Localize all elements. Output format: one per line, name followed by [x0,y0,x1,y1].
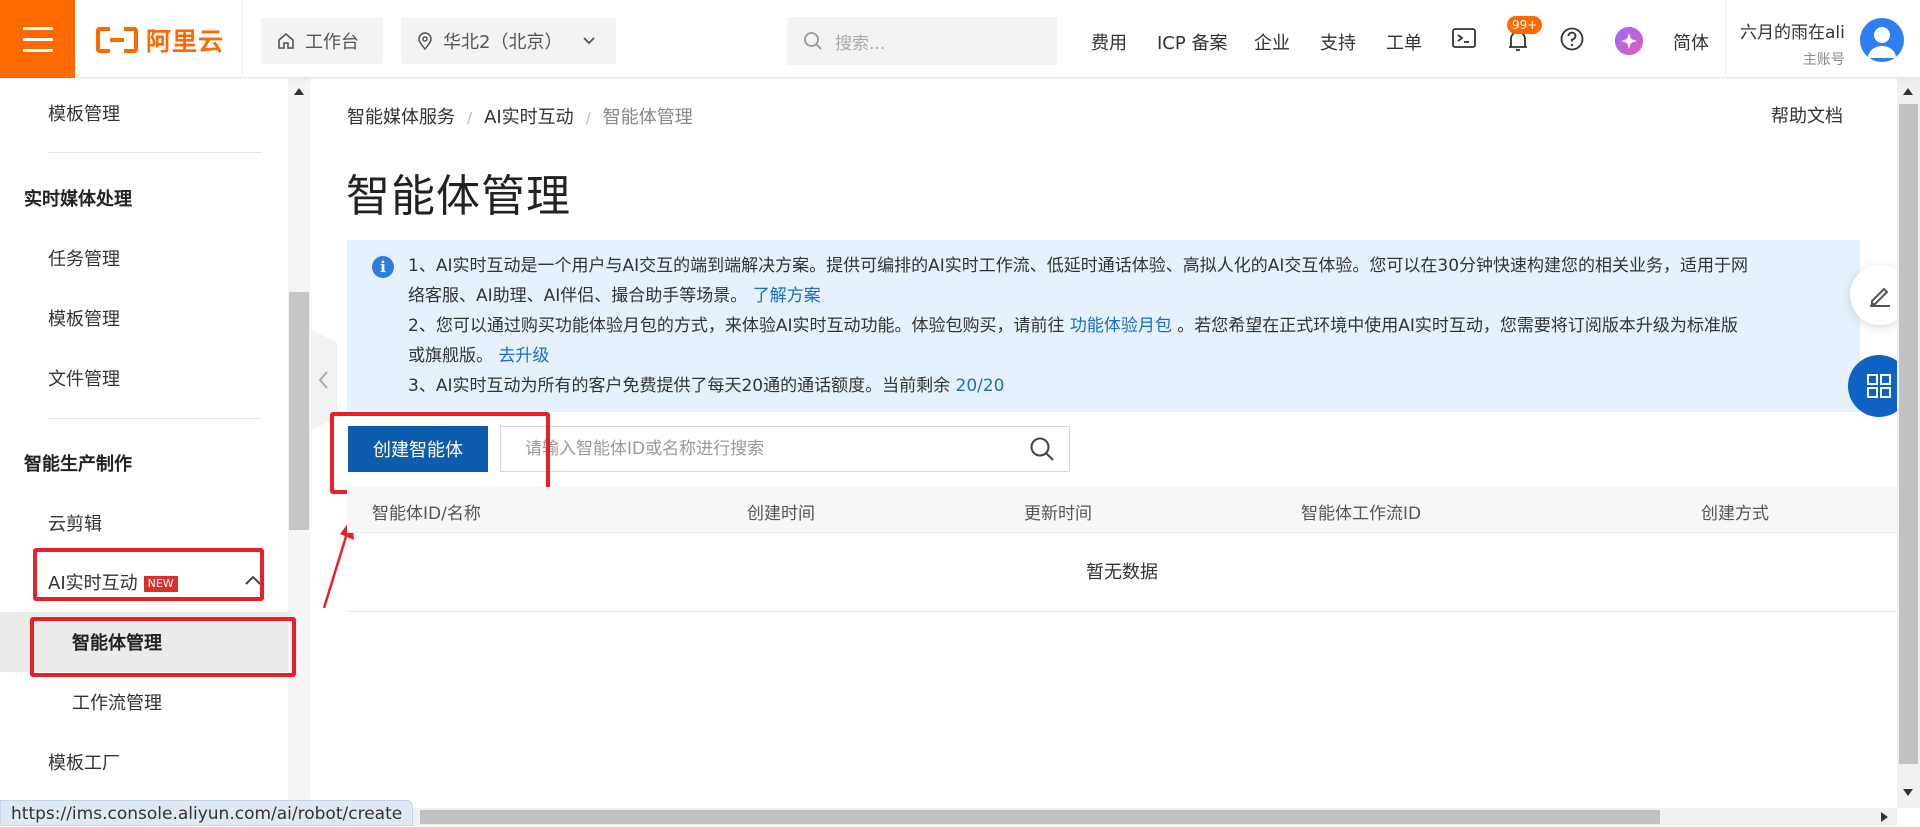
table-header: 智能体ID/名称 创建时间 更新时间 智能体工作流ID 创建方式 [347,487,1897,533]
search-icon [804,32,822,50]
nav-support[interactable]: 支持 [1320,29,1356,55]
page-horizontal-scrollbar-thumb[interactable] [420,810,1660,824]
sidebar-item-workflow-mgmt[interactable]: 工作流管理 [72,689,162,715]
sidebar-item-template-factory[interactable]: 模板工厂 [48,749,120,775]
agent-search-input[interactable] [525,439,1029,459]
scroll-down-arrow-icon[interactable] [1902,788,1914,798]
region-selector[interactable]: 华北2（北京） [401,18,616,64]
remaining-quota[interactable]: 20/20 [956,376,1005,396]
sidebar-scrollbar-thumb[interactable] [289,292,309,530]
scroll-right-arrow-icon[interactable] [1880,811,1890,823]
user-name: 六月的雨在ali [1740,23,1845,43]
ai-assistant-icon[interactable] [1614,26,1644,56]
sidebar-divider [48,418,262,419]
column-header-created-time: 创建时间 [747,504,815,524]
breadcrumb: 智能媒体服务 / AI实时互动 / 智能体管理 [347,107,693,128]
sidebar-item-file-mgmt[interactable]: 文件管理 [48,365,120,391]
page-title: 智能体管理 [346,171,571,222]
home-icon [278,32,294,49]
notification-badge: 99+ [1507,16,1543,34]
breadcrumb-item-ai-interaction[interactable]: AI实时互动 [484,107,574,128]
sidebar-item-task-mgmt[interactable]: 任务管理 [48,245,120,271]
aliyun-logo[interactable]: 阿里云 [96,24,224,56]
region-label: 华北2（北京） [443,32,563,53]
notice-line-1a: 1、AI实时互动是一个用户与AI交互的端到端解决方案。提供可编排的AI实时工作流… [408,256,1749,276]
info-notice: i 1、AI实时互动是一个用户与AI交互的端到端解决方案。提供可编排的AI实时工… [347,240,1860,412]
notice-line-1b: 络客服、AI助理、AI伴侣、撮合助手等场景。 了解方案 [408,286,821,306]
nav-fees[interactable]: 费用 [1091,29,1127,55]
annotation-highlight-box [30,617,296,677]
info-icon: i [372,256,394,278]
sidebar-section-realtime: 实时媒体处理 [24,189,132,210]
logo-text: 阿里云 [146,27,225,56]
chevron-down-icon [583,37,596,45]
chevron-left-icon [318,371,328,389]
agent-search-box [500,426,1070,472]
annotation-highlight-box [33,548,264,601]
scroll-up-arrow-icon[interactable] [293,86,305,96]
column-header-creation-method: 创建方式 [1701,504,1769,524]
workbench-button[interactable]: 工作台 [261,18,383,64]
help-doc-link[interactable]: 帮助文档 [1771,102,1843,128]
upgrade-link[interactable]: 去升级 [498,346,549,366]
learn-solution-link[interactable]: 了解方案 [753,286,821,306]
global-search[interactable]: 搜索... [787,17,1057,65]
notice-line-2b: 或旗舰版。 去升级 [408,346,550,366]
sidebar-item-template-mgmt[interactable]: 模板管理 [48,305,120,331]
grid-icon [1867,374,1891,398]
avatar[interactable] [1860,18,1904,62]
aliyun-logo-mark [96,27,138,53]
language-switch[interactable]: 简体 [1673,29,1709,55]
search-icon[interactable] [1029,436,1055,462]
notice-line-2a: 2、您可以通过购买功能体验月包的方式，来体验AI实时互动功能。体验包购买，请前往… [408,316,1738,336]
status-bar-url: https://ims.console.aliyun.com/ai/robot/… [0,800,414,826]
terminal-icon[interactable] [1451,26,1477,50]
nav-ticket[interactable]: 工单 [1386,29,1422,55]
page-vertical-scrollbar-thumb[interactable] [1899,104,1918,764]
top-navbar: 阿里云 工作台 华北2（北京） 搜索... 费用 ICP 备案 企业 支持 工单… [0,0,1920,78]
user-role: 主账号 [1802,52,1845,68]
notice-line-3: 3、AI实时互动为所有的客户免费提供了每天20通的通话额度。当前剩余 20/20 [408,376,1005,396]
edit-icon [1870,287,1890,307]
column-header-workflow-id: 智能体工作流ID [1301,504,1422,524]
nav-icp[interactable]: ICP 备案 [1157,29,1227,55]
sidebar-item-template-mgmt-top[interactable]: 模板管理 [48,100,120,126]
annotation-highlight-box [330,412,550,494]
sidebar-section-production: 智能生产制作 [24,454,132,475]
column-header-agent-id: 智能体ID/名称 [372,504,481,524]
sidebar-item-cloud-edit[interactable]: 云剪辑 [48,510,102,536]
user-avatar-icon [1868,27,1896,58]
nav-enterprise[interactable]: 企业 [1254,29,1290,55]
column-header-updated-time: 更新时间 [1024,504,1092,524]
sidebar-divider [48,152,262,153]
table-empty-state: 暂无数据 [347,534,1897,612]
user-account[interactable]: 六月的雨在ali 主账号 [1740,18,1845,69]
location-pin-icon [418,32,432,50]
trial-package-link[interactable]: 功能体验月包 [1070,316,1172,336]
menu-icon[interactable] [0,0,75,78]
breadcrumb-item-current: 智能体管理 [602,107,693,128]
breadcrumb-item-media-service[interactable]: 智能媒体服务 [347,107,455,128]
global-search-placeholder: 搜索... [835,33,886,54]
help-icon[interactable] [1559,26,1585,52]
scroll-up-arrow-icon[interactable] [1902,86,1914,96]
workbench-label: 工作台 [305,32,359,53]
